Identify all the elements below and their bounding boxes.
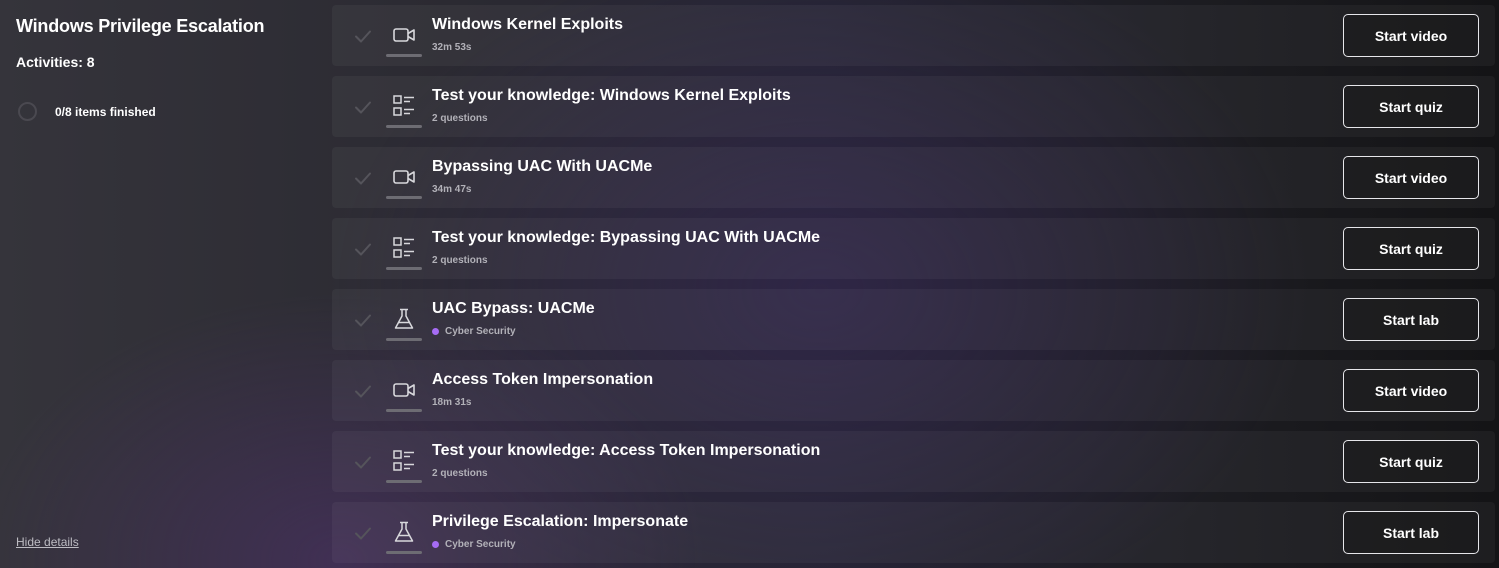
activity-title: Windows Kernel Exploits xyxy=(432,16,623,33)
course-sidebar: Windows Privilege Escalation Activities:… xyxy=(0,0,322,568)
check-icon xyxy=(352,380,374,402)
activity-title: Bypassing UAC With UACMe xyxy=(432,158,653,175)
check-icon xyxy=(352,451,374,473)
lab-flask-icon xyxy=(384,512,424,552)
item-progress-bar xyxy=(386,196,422,199)
video-camera-icon xyxy=(384,370,424,410)
activity-title: Privilege Escalation: Impersonate xyxy=(432,513,689,530)
activity-category: Cyber Security xyxy=(432,539,516,550)
item-progress-bar xyxy=(386,551,422,554)
activity-duration: 34m 47s xyxy=(432,184,472,195)
item-progress-bar xyxy=(386,125,422,128)
hide-details-link[interactable]: Hide details xyxy=(16,535,79,549)
start-video-button[interactable]: Start video xyxy=(1343,14,1479,57)
check-icon xyxy=(352,522,374,544)
item-progress-bar xyxy=(386,480,422,483)
activity-question-count: 2 questions xyxy=(432,255,488,266)
check-icon xyxy=(352,309,374,331)
video-camera-icon xyxy=(384,15,424,55)
activity-item: Access Token Impersonation 18m 31s Start… xyxy=(332,360,1495,421)
activity-item: Test your knowledge: Access Token Impers… xyxy=(332,431,1495,492)
activity-category: Cyber Security xyxy=(432,326,516,337)
progress-indicator: 0/8 items finished xyxy=(18,102,156,121)
category-dot-icon xyxy=(432,328,439,335)
category-label: Cyber Security xyxy=(445,539,516,550)
video-camera-icon xyxy=(384,157,424,197)
activity-item: Windows Kernel Exploits 32m 53s Start vi… xyxy=(332,5,1495,66)
item-progress-bar xyxy=(386,409,422,412)
start-video-button[interactable]: Start video xyxy=(1343,156,1479,199)
item-progress-bar xyxy=(386,267,422,270)
activity-item: UAC Bypass: UACMe Cyber Security Start l… xyxy=(332,289,1495,350)
quiz-list-icon xyxy=(384,441,424,481)
check-icon xyxy=(352,25,374,47)
quiz-list-icon xyxy=(384,228,424,268)
quiz-list-icon xyxy=(384,86,424,126)
course-title: Windows Privilege Escalation xyxy=(16,16,265,36)
start-lab-button[interactable]: Start lab xyxy=(1343,298,1479,341)
activity-item: Bypassing UAC With UACMe 34m 47s Start v… xyxy=(332,147,1495,208)
category-label: Cyber Security xyxy=(445,326,516,337)
activity-duration: 18m 31s xyxy=(432,397,472,408)
item-progress-bar xyxy=(386,54,422,57)
activity-item: Test your knowledge: Windows Kernel Expl… xyxy=(332,76,1495,137)
start-quiz-button[interactable]: Start quiz xyxy=(1343,440,1479,483)
activity-title: Test your knowledge: Windows Kernel Expl… xyxy=(432,87,791,104)
check-icon xyxy=(352,238,374,260)
activity-question-count: 2 questions xyxy=(432,113,488,124)
activity-title: Test your knowledge: Bypassing UAC With … xyxy=(432,229,821,246)
start-video-button[interactable]: Start video xyxy=(1343,369,1479,412)
progress-text: 0/8 items finished xyxy=(55,104,156,119)
check-icon xyxy=(352,167,374,189)
start-lab-button[interactable]: Start lab xyxy=(1343,511,1479,554)
activity-title: Access Token Impersonation xyxy=(432,371,654,388)
progress-ring-icon xyxy=(18,102,37,121)
start-quiz-button[interactable]: Start quiz xyxy=(1343,85,1479,128)
lab-flask-icon xyxy=(384,299,424,339)
item-progress-bar xyxy=(386,338,422,341)
activity-duration: 32m 53s xyxy=(432,42,472,53)
activity-question-count: 2 questions xyxy=(432,468,488,479)
start-quiz-button[interactable]: Start quiz xyxy=(1343,227,1479,270)
activity-item: Test your knowledge: Bypassing UAC With … xyxy=(332,218,1495,279)
activity-title: Test your knowledge: Access Token Impers… xyxy=(432,442,821,459)
category-dot-icon xyxy=(432,541,439,548)
activities-count: Activities: 8 xyxy=(16,54,95,70)
check-icon xyxy=(352,96,374,118)
activity-list: Windows Kernel Exploits 32m 53s Start vi… xyxy=(332,5,1495,568)
activity-item: Privilege Escalation: Impersonate Cyber … xyxy=(332,502,1495,563)
activity-title: UAC Bypass: UACMe xyxy=(432,300,595,317)
